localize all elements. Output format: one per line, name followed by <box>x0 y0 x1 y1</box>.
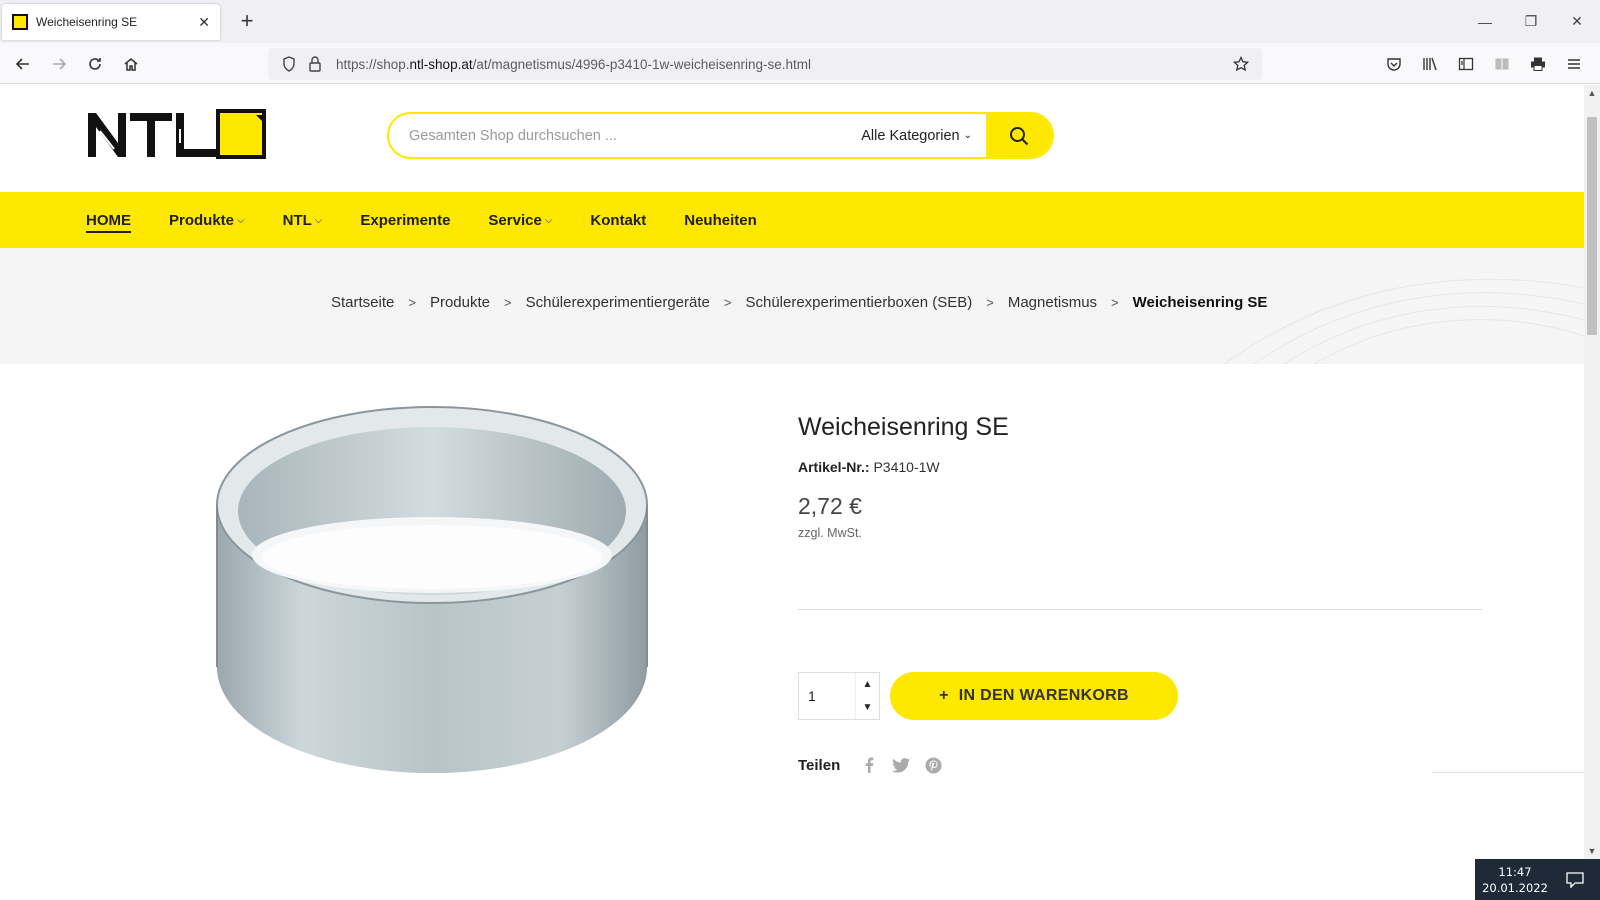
web-page: Alle Kategorien⌄ HOME Produkte⌵ NTL⌵ Exp… <box>0 85 1584 900</box>
address-bar[interactable]: https://shop.ntl-shop.at/at/magnetismus/… <box>268 48 1262 80</box>
minimize-icon[interactable]: — <box>1462 0 1508 43</box>
product-price: 2,72 € <box>798 493 862 519</box>
scroll-up-icon[interactable]: ▲ <box>1584 85 1600 101</box>
home-icon[interactable] <box>116 49 146 79</box>
breadcrumb-produkte[interactable]: Produkte <box>430 294 490 311</box>
tax-note: zzgl. MwSt. <box>798 526 862 540</box>
nav-item-neuheiten[interactable]: Neuheiten <box>684 212 757 229</box>
lock-icon[interactable] <box>302 51 328 77</box>
facebook-icon[interactable] <box>860 756 878 774</box>
clock-time: 11:47 <box>1498 864 1532 879</box>
product-sku: Artikel-Nr.: P3410-1W <box>798 459 940 475</box>
site-header: Alle Kategorien⌄ <box>0 85 1584 192</box>
add-to-cart-label: IN DEN WARENKORB <box>958 687 1129 704</box>
favicon-icon <box>12 14 28 30</box>
close-window-icon[interactable]: ✕ <box>1554 0 1600 43</box>
page-scrollbar[interactable]: ▲ ▼ <box>1584 85 1600 900</box>
search-button[interactable] <box>986 114 1052 157</box>
browser-toolbar <box>1378 49 1590 79</box>
main-navigation: HOME Produkte ⌵ NTL ⌵ Experimente Service ⌵… <box>0 192 1584 248</box>
reload-icon[interactable] <box>80 49 110 79</box>
ntl-logo[interactable] <box>86 109 268 159</box>
quantity-stepper[interactable]: 1 ▲ ▼ <box>798 672 880 720</box>
divider <box>1432 772 1584 773</box>
breadcrumb-schuelerexperimentiergeraete[interactable]: Schülerexperimentiergeräte <box>526 294 710 311</box>
decorative-lines <box>1224 278 1584 364</box>
nav-item-home[interactable]: HOME <box>86 212 131 229</box>
share-label: Teilen <box>798 756 841 774</box>
breadcrumb-seb[interactable]: Schülerexperimentierboxen (SEB) <box>745 294 972 311</box>
pocket-icon[interactable] <box>1378 49 1410 79</box>
nav-item-produkte[interactable]: Produkte ⌵ <box>169 212 245 229</box>
nav-item-kontakt[interactable]: Kontakt <box>590 212 646 229</box>
plus-icon: + <box>939 687 949 704</box>
breadcrumb: Startseite > Produkte > Schülerexperimen… <box>0 248 1584 364</box>
chevron-right-icon: > <box>986 295 994 310</box>
decrement-icon[interactable]: ▼ <box>856 696 879 719</box>
scroll-down-icon[interactable]: ▼ <box>1584 843 1600 859</box>
product-title: Weicheisenring SE <box>798 413 1009 441</box>
chevron-down-icon: ⌵ <box>544 214 553 226</box>
scroll-thumb[interactable] <box>1587 117 1597 335</box>
browser-navbar: https://shop.ntl-shop.at/at/magnetismus/… <box>0 43 1600 84</box>
breadcrumb-magnetismus[interactable]: Magnetismus <box>1008 294 1097 311</box>
chevron-right-icon: > <box>504 295 512 310</box>
sidebar-icon[interactable] <box>1450 49 1482 79</box>
back-icon[interactable] <box>8 49 38 79</box>
nav-item-service[interactable]: Service ⌵ <box>488 212 552 229</box>
chevron-down-icon: ⌵ <box>237 214 245 226</box>
forward-icon[interactable] <box>44 49 74 79</box>
search-bar: Alle Kategorien⌄ <box>387 112 1054 159</box>
pinterest-icon[interactable] <box>924 756 942 774</box>
window-controls: — ❐ ✕ <box>1462 0 1600 43</box>
chevron-down-icon: ⌵ <box>314 214 323 226</box>
browser-tab[interactable]: Weicheisenring SE ✕ <box>2 4 220 40</box>
chevron-right-icon: > <box>723 295 732 310</box>
url-text[interactable]: https://shop.ntl-shop.at/at/magnetismus/… <box>336 57 1228 72</box>
chevron-down-icon: ⌄ <box>963 130 972 141</box>
tab-title: Weicheisenring SE <box>36 15 138 29</box>
chevron-right-icon: > <box>408 295 416 310</box>
search-icon <box>1010 126 1029 145</box>
product-image[interactable] <box>215 405 649 775</box>
shield-icon[interactable] <box>276 51 302 77</box>
nav-item-ntl[interactable]: NTL ⌵ <box>283 212 323 229</box>
twitter-icon[interactable] <box>892 756 911 774</box>
new-tab-button[interactable]: + <box>234 8 260 34</box>
category-select[interactable]: Alle Kategorien ⌄ <box>861 128 986 144</box>
breadcrumb-startseite[interactable]: Startseite <box>331 294 394 311</box>
quantity-input[interactable]: 1 <box>799 673 855 719</box>
restore-icon[interactable]: ❐ <box>1508 0 1554 43</box>
notification-icon[interactable] <box>1555 871 1595 888</box>
increment-icon[interactable]: ▲ <box>856 673 879 696</box>
breadcrumb-current: Weicheisenring SE <box>1132 294 1268 311</box>
search-input[interactable] <box>389 114 862 157</box>
library-icon[interactable] <box>1414 49 1446 79</box>
product-details: Weicheisenring SE Artikel-Nr.: P3410-1W … <box>798 413 1482 774</box>
reader-icon[interactable] <box>1486 49 1518 79</box>
taskbar-clock[interactable]: 11:47 20.01.2022 <box>1475 859 1600 900</box>
menu-icon[interactable] <box>1558 49 1590 79</box>
close-tab-icon[interactable]: ✕ <box>198 14 210 31</box>
bookmark-star-icon[interactable] <box>1228 51 1254 77</box>
browser-tabbar: Weicheisenring SE ✕ + — ❐ ✕ <box>0 0 1600 43</box>
divider <box>798 609 1482 610</box>
chevron-right-icon: > <box>1111 295 1119 310</box>
print-icon[interactable] <box>1522 49 1554 79</box>
add-to-cart-button[interactable]: + IN DEN WARENKORB <box>890 672 1178 720</box>
clock-date: 20.01.2022 <box>1482 880 1548 895</box>
share-bar: Teilen <box>798 756 942 774</box>
nav-item-experimente[interactable]: Experimente <box>360 212 450 229</box>
